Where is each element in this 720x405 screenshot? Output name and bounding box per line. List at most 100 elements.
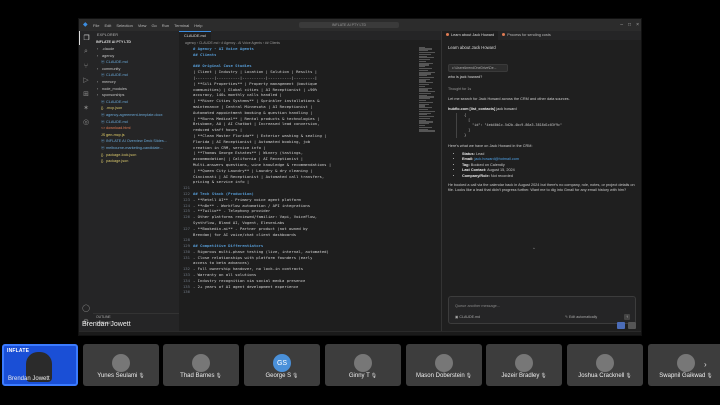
chat-tab-label: Learn about Jack Howard [451, 33, 495, 37]
menu-item-view[interactable]: View [138, 23, 147, 28]
tab-claude-md[interactable]: CLAUDE.md [179, 31, 211, 40]
participant-name-text: Mason Doberstein [415, 373, 465, 379]
participant-name: Brendan Jowett [8, 376, 50, 382]
menu-item-go[interactable]: Go [151, 23, 156, 28]
minimize-icon[interactable]: – [620, 22, 623, 28]
menu-item-help[interactable]: Help [194, 23, 202, 28]
command-center[interactable]: INFLATE AI PTY LTD [299, 22, 399, 28]
minimap[interactable] [419, 46, 437, 166]
thought-toggle[interactable]: Thought for 1s [448, 87, 637, 91]
tree-folder[interactable]: › .claude [93, 46, 179, 53]
run-debug-icon[interactable]: ▷ [79, 73, 93, 87]
active-speaker-tile[interactable]: INFLATE Brendan Jowett [2, 344, 78, 386]
participant-tile[interactable]: Ginny T🎙 [325, 344, 401, 386]
claude-icon [502, 33, 506, 36]
source-control-icon[interactable]: ⑂ [79, 59, 93, 73]
menu-item-run[interactable]: Run [162, 23, 169, 28]
tree-file[interactable]: ⓜCLAUDE.md [93, 72, 179, 79]
participant-tile[interactable]: Swapnil Gaikwad🎙 [648, 344, 720, 386]
participant-name-text: Joshua Cracknell [578, 373, 625, 379]
contact-details: Status: LeadEmail: jack.howard@hotmail.c… [462, 152, 637, 179]
close-icon[interactable]: × [636, 22, 639, 28]
participant-name: Swapnil Gaikwad🎙 [648, 373, 720, 379]
participant-tile[interactable]: GS George S🎙 [244, 344, 320, 386]
outline-section[interactable]: OUTLINE [93, 313, 179, 319]
line-text: - 2+ years of AI agent development exper… [193, 283, 299, 289]
tree-folder[interactable]: › memory [93, 79, 179, 86]
tree-file[interactable]: JSgen-mcp.js [93, 132, 179, 139]
participant-tile[interactable]: Thad Barnes🎙 [163, 344, 239, 386]
screen-share-icon[interactable] [617, 322, 625, 329]
account-icon[interactable]: ◯ [79, 301, 93, 315]
line-text: pricing & service info | [193, 179, 250, 185]
participant-name: Jezeir Bradley🎙 [486, 373, 562, 379]
email-link[interactable]: jack.howard@hotmail.com [474, 157, 519, 161]
avatar [515, 354, 533, 372]
remote-icon[interactable]: ◎ [79, 115, 93, 129]
presenter-bar: Brendan Jowett [78, 320, 642, 332]
chat-transcript: c:\Users\brendOneDrive\De... who is jack… [442, 64, 641, 193]
tree-folder[interactable]: › agency [93, 53, 179, 60]
tree-file[interactable]: <>download.html [93, 125, 179, 132]
edit-mode-toggle[interactable]: ✎ Edit automatically [565, 315, 597, 319]
tool-call[interactable]: hubflo.com [list_contacts] jack howard [448, 107, 637, 111]
tree-file[interactable]: ⓜCLAUDE.md [93, 119, 179, 126]
participant-tile[interactable]: Yunes Seulami🎙 [83, 344, 159, 386]
tree-file[interactable]: {} package-lock.json [93, 152, 179, 159]
presenter-tools [617, 322, 636, 329]
avatar: GS [273, 354, 291, 372]
tree-file[interactable]: {} package.json [93, 158, 179, 165]
file-tree: › .claude › agency ⓜCLAUDE.md › community ⓜCLAU… [93, 46, 179, 165]
mic-muted-icon: 🎙 [625, 373, 632, 379]
context-chip[interactable]: c:\Users\brendOneDrive\De... [448, 64, 508, 72]
detail-key: Last Contact: [462, 168, 487, 173]
tree-file[interactable]: ⓜCLAUDE.md [93, 59, 179, 66]
next-page-icon[interactable]: › [704, 360, 707, 369]
detail-value: Booked on Calendly [470, 162, 505, 167]
participant-name: Mason Doberstein🎙 [406, 373, 482, 379]
chat-tab-jack[interactable]: Learn about Jack Howard [442, 31, 499, 40]
tree-file[interactable]: {} .mcp.json [93, 105, 179, 112]
maximize-icon[interactable]: □ [628, 22, 631, 28]
tree-item-label: melbourne-marketing-candidate... [106, 145, 163, 150]
extensions-icon[interactable]: ⊞ [79, 87, 93, 101]
mic-muted-icon: 🎙 [138, 373, 145, 379]
tree-item-label: sponsorships [102, 93, 125, 98]
participant-name: Joshua Cracknell🎙 [567, 373, 643, 379]
explorer-icon[interactable]: ❐ [79, 31, 93, 45]
participant-name-text: Brendan Jowett [8, 376, 50, 382]
tool-result: { [ "id": "4eb40b1c-5d2b-4bc9-86a3-3818d… [456, 113, 562, 138]
participant-tile[interactable]: Joshua Cracknell🎙 [567, 344, 643, 386]
participant-tile[interactable]: Mason Doberstein🎙 [406, 344, 482, 386]
search-icon[interactable]: ⌕ [79, 45, 93, 59]
menu-item-edit[interactable]: Edit [104, 23, 111, 28]
menu-item-file[interactable]: File [93, 23, 99, 28]
project-root[interactable]: INFLATE AI PTY LTD [93, 39, 179, 46]
detail-key: Company/Role: [462, 173, 490, 178]
code-view[interactable]: # Agency - AI Voice Agents ## Clients ### … [179, 46, 419, 331]
window-controls: – □ × [620, 22, 639, 28]
tree-file[interactable]: ⓜCLAUDE.md [93, 99, 179, 106]
detail-key: Status: [462, 152, 475, 156]
participant-name: Yunes Seulami🎙 [83, 373, 159, 379]
tree-item-label: agency-agreement-template.docx [106, 112, 163, 117]
tree-folder[interactable]: › sponsorships [93, 92, 179, 99]
participant-tile[interactable]: Jezeir Bradley🎙 [486, 344, 562, 386]
tree-file[interactable]: ⓜagency-agreement-template.docx [93, 112, 179, 119]
tree-file[interactable]: ⓜINFLATE AI Overview Deck Slides... [93, 138, 179, 145]
menu-item-selection[interactable]: Selection [116, 23, 132, 28]
editor-pane: CLAUDE.md agency › CLAUDE.md › # Agency … [179, 31, 441, 331]
tree-folder[interactable]: › community [93, 66, 179, 73]
participant-name-text: Thad Barnes [180, 373, 215, 379]
participant-name-text: Jezeir Bradley [501, 373, 540, 379]
tree-file[interactable]: ⓜmelbourne-marketing-candidate... [93, 145, 179, 152]
menu-item-terminal[interactable]: Terminal [174, 23, 189, 28]
explorer-header: EXPLORER [97, 33, 119, 37]
code-line: 136 [179, 289, 419, 295]
more-icon[interactable] [628, 322, 636, 329]
context-file-chip[interactable]: ▣ CLAUDE.md [455, 315, 480, 319]
claude-icon[interactable]: ✶ [79, 101, 93, 115]
tree-folder[interactable]: › node_modules [93, 86, 179, 93]
detail-value: Not recorded [490, 173, 513, 178]
chat-tab-costs[interactable]: Process for sending costs [498, 31, 554, 40]
